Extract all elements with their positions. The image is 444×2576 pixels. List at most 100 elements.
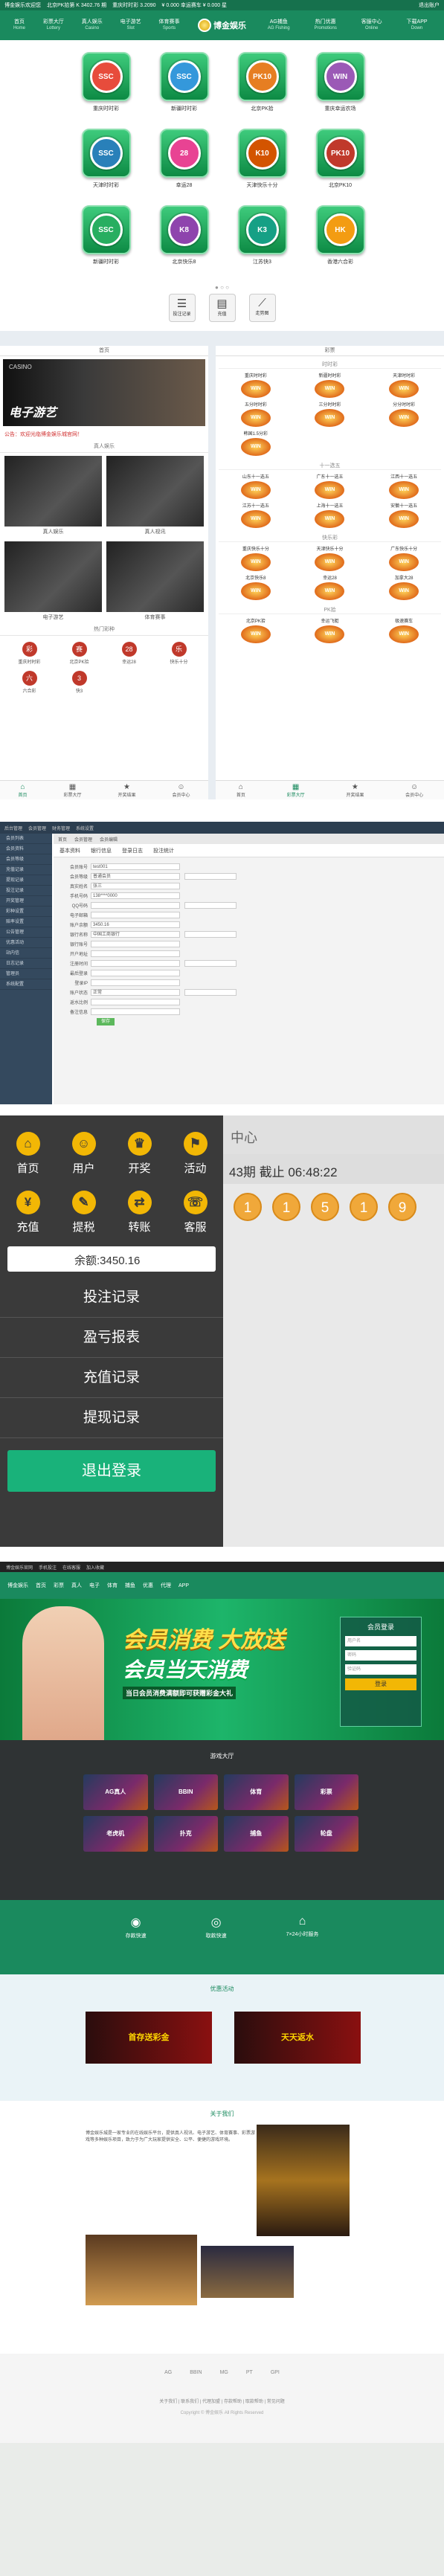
field-input[interactable]: 138****0000 xyxy=(91,892,180,899)
promo-card[interactable]: 首存送彩金 xyxy=(86,2012,212,2064)
lottery-item[interactable]: 重庆时时彩 WIN xyxy=(219,372,293,398)
lottery-item[interactable]: 天津时时彩 WIN xyxy=(367,372,441,398)
password-input[interactable]: 密码 xyxy=(345,1650,416,1661)
field-input-extra[interactable] xyxy=(184,989,237,996)
photo-card[interactable]: 真人娱乐 xyxy=(4,456,102,535)
landing-logo[interactable]: 博金娱乐 xyxy=(7,1582,28,1589)
field-input[interactable]: 3450.16 xyxy=(91,921,180,928)
field-input[interactable] xyxy=(91,960,180,967)
game-tile[interactable]: SSC 天津时时彩 xyxy=(67,129,145,189)
game-hall-tile[interactable]: 扑克 xyxy=(153,1816,218,1852)
photo-card[interactable]: 体育赛事 xyxy=(106,541,204,620)
menu-link[interactable]: 盈亏报表 xyxy=(0,1318,223,1358)
field-input[interactable]: 普通会员 xyxy=(91,873,180,880)
field-input[interactable] xyxy=(91,1008,180,1015)
photo-card[interactable]: 电子游艺 xyxy=(4,541,102,620)
game-tile[interactable]: K3 江苏快3 xyxy=(223,205,301,265)
top-link[interactable]: 加入收藏 xyxy=(86,1564,104,1571)
landing-nav-item[interactable]: 捕鱼 xyxy=(125,1582,135,1589)
save-button[interactable]: 保存 xyxy=(97,1017,115,1025)
menu-item[interactable]: ⇄ 转账 xyxy=(112,1191,167,1234)
game-hall-tile[interactable]: BBIN xyxy=(153,1774,218,1810)
landing-nav-item[interactable]: 电子 xyxy=(89,1582,100,1589)
lottery-item[interactable]: 广东快乐十分 WIN xyxy=(367,545,441,571)
lottery-item[interactable]: 安徽十一选五 WIN xyxy=(367,502,441,528)
admin-tab[interactable]: 会员管理 xyxy=(74,836,92,843)
bottom-nav-item[interactable]: ☺ 会员中心 xyxy=(405,783,423,798)
captcha-input[interactable]: 验证码 xyxy=(345,1664,416,1675)
admin-menu-item[interactable]: 赔率设置 xyxy=(0,917,52,927)
menu-item[interactable]: ♛ 开奖 xyxy=(112,1132,167,1176)
logout-button[interactable]: 退出登录 xyxy=(7,1450,216,1492)
admin-menu-item[interactable]: 会员列表 xyxy=(0,834,52,844)
admin-top-link[interactable]: 后台管理 xyxy=(4,825,22,831)
game-tile[interactable]: WIN 重庆幸运农场 xyxy=(301,52,379,112)
game-hall-tile[interactable]: 老虎机 xyxy=(83,1816,148,1852)
tool-button[interactable]: ☰ 投注记录 xyxy=(168,294,196,322)
bottom-nav-item[interactable]: ★ 开奖结果 xyxy=(118,783,135,798)
lottery-item[interactable]: 上海十一选五 WIN xyxy=(293,502,367,528)
admin-menu-item[interactable]: 会员资料 xyxy=(0,844,52,854)
field-input-extra[interactable] xyxy=(184,902,237,909)
bottom-nav-item[interactable]: ▦ 彩票大厅 xyxy=(63,783,81,798)
admin-subtab[interactable]: 投注统计 xyxy=(153,847,174,854)
admin-menu-item[interactable]: 彩种设置 xyxy=(0,907,52,917)
field-input[interactable] xyxy=(91,950,180,957)
menu-item[interactable]: ☏ 客服 xyxy=(167,1191,223,1234)
landing-nav-item[interactable]: 真人 xyxy=(71,1582,82,1589)
nav-item[interactable]: 体育赛事 Sports xyxy=(159,19,180,32)
landing-nav-item[interactable]: 优惠 xyxy=(143,1582,153,1589)
lottery-item[interactable]: 山东十一选五 WIN xyxy=(219,473,293,499)
lottery-item[interactable]: 幸运飞艇 WIN xyxy=(293,617,367,643)
nav-item[interactable]: AG捕鱼 AG Fishing xyxy=(268,19,290,32)
admin-menu-item[interactable]: 开奖管理 xyxy=(0,896,52,907)
nav-item[interactable]: 下载APP Down xyxy=(407,19,428,32)
menu-item[interactable]: ⌂ 首页 xyxy=(0,1132,56,1176)
admin-menu-item[interactable]: 会员等级 xyxy=(0,854,52,865)
admin-tab[interactable]: 会员编辑 xyxy=(100,836,118,843)
menu-link[interactable]: 充值记录 xyxy=(0,1358,223,1398)
landing-nav-item[interactable]: APP xyxy=(178,1583,189,1588)
admin-menu-item[interactable]: 提现记录 xyxy=(0,875,52,886)
bottom-nav-item[interactable]: ⌂ 首页 xyxy=(237,783,245,798)
field-input[interactable] xyxy=(91,999,180,1005)
landing-nav-item[interactable]: 体育 xyxy=(107,1582,118,1589)
field-input[interactable] xyxy=(91,970,180,976)
game-hall-tile[interactable]: 轮盘 xyxy=(294,1816,358,1852)
bottom-nav-item[interactable]: ⌂ 首页 xyxy=(18,783,27,798)
nav-item[interactable]: 真人娱乐 Casino xyxy=(82,19,103,32)
game-hall-tile[interactable]: 彩票 xyxy=(294,1774,358,1810)
lottery-item[interactable]: 幸运28 WIN xyxy=(293,574,367,600)
game-tile[interactable]: 28 幸运28 xyxy=(145,129,223,189)
admin-menu-item[interactable]: 投注记录 xyxy=(0,886,52,896)
field-input[interactable] xyxy=(91,912,180,918)
admin-menu-item[interactable]: 系统配置 xyxy=(0,979,52,990)
nav-item[interactable]: 彩票大厅 Lottery xyxy=(43,19,64,32)
admin-tab[interactable]: 首页 xyxy=(58,836,67,843)
lottery-item[interactable]: 三分时时彩 WIN xyxy=(293,401,367,427)
game-tile[interactable]: PK10 北京PK10 xyxy=(301,129,379,189)
menu-link[interactable]: 投注记录 xyxy=(0,1278,223,1318)
menu-link[interactable]: 提现记录 xyxy=(0,1398,223,1438)
lottery-item[interactable]: 极速赛车 WIN xyxy=(367,617,441,643)
lottery-item[interactable]: 重庆快乐十分 WIN xyxy=(219,545,293,571)
top-link[interactable]: 在线客服 xyxy=(62,1564,80,1571)
landing-nav-item[interactable]: 彩票 xyxy=(54,1582,64,1589)
admin-menu-item[interactable]: 管理员 xyxy=(0,969,52,979)
casino-banner[interactable]: CASINO 电子游艺 xyxy=(3,359,205,426)
carousel-dots[interactable]: ● ○ ○ xyxy=(0,284,444,291)
lottery-shortcut[interactable]: 28 幸运28 xyxy=(104,642,154,665)
field-input[interactable]: test001 xyxy=(91,863,180,870)
lottery-item[interactable]: 韩国1.5分彩 WIN xyxy=(219,430,293,456)
lottery-item[interactable]: 江西十一选五 WIN xyxy=(367,473,441,499)
landing-nav-item[interactable]: 代理 xyxy=(161,1582,171,1589)
lottery-shortcut[interactable]: 乐快乐十分 xyxy=(154,642,204,665)
game-tile[interactable]: SSC 重庆时时彩 xyxy=(67,52,145,112)
lottery-shortcut[interactable]: 六六合彩 xyxy=(4,671,54,694)
field-input[interactable]: 正常 xyxy=(91,989,180,996)
tool-button[interactable]: ⟋ 走势图 xyxy=(248,294,276,322)
game-tile[interactable]: SSC 新疆时时彩 xyxy=(145,52,223,112)
top-link[interactable]: 手机投注 xyxy=(39,1564,57,1571)
lottery-shortcut[interactable]: 3 快3 xyxy=(54,671,104,694)
menu-item[interactable]: ☺ 用户 xyxy=(56,1132,112,1176)
